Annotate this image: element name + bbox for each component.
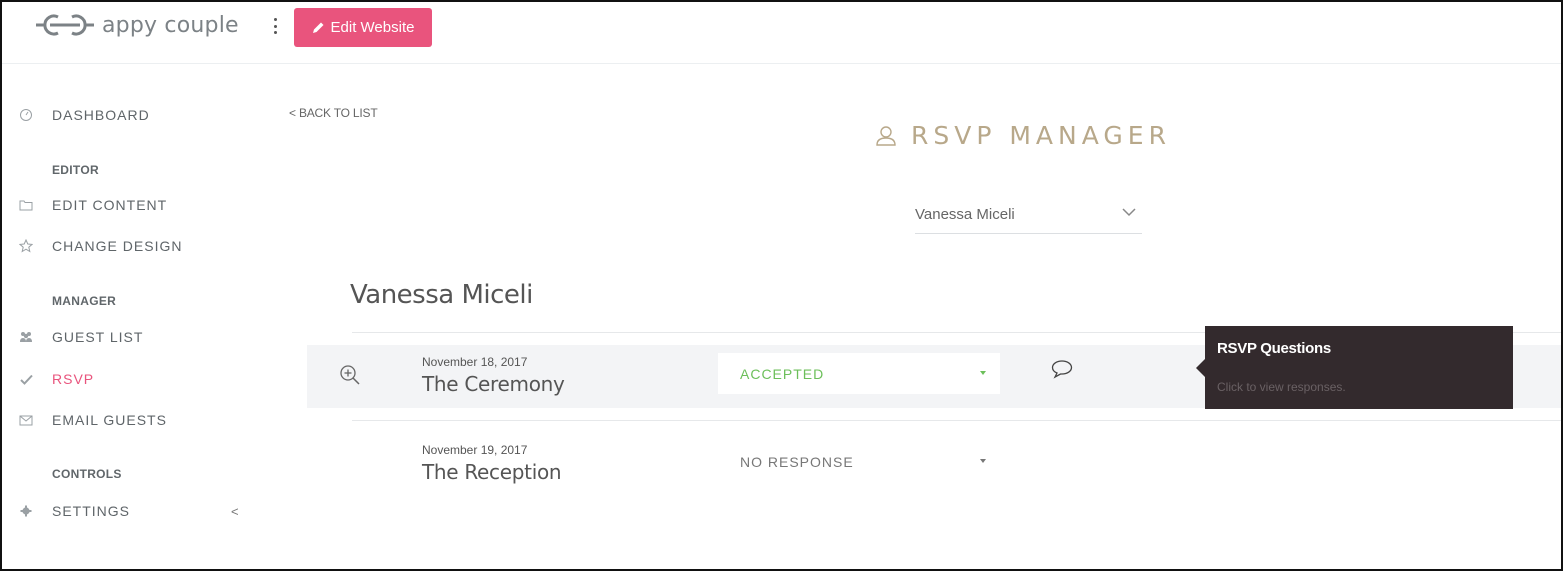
page-title: RSVP MANAGER — [875, 121, 1171, 150]
sidebar-item-label: DASHBOARD — [52, 107, 150, 123]
sidebar-item-label: SETTINGS — [52, 503, 131, 519]
rsvp-questions-tooltip: RSVP Questions Click to view responses. — [1196, 326, 1513, 409]
sidebar: DASHBOARD EDITOR EDIT CONTENT CHANGE DES… — [2, 64, 252, 569]
pencil-icon — [312, 22, 324, 33]
logo-text: appy couple — [102, 12, 239, 38]
caret-down-icon — [980, 371, 986, 375]
guest-select[interactable]: Vanessa Miceli — [915, 200, 1142, 234]
sidebar-item-settings[interactable]: SETTINGS < — [2, 496, 252, 526]
more-menu-icon[interactable] — [270, 16, 280, 36]
tooltip-body: Click to view responses. — [1217, 380, 1346, 394]
event-date: November 19, 2017 — [422, 443, 528, 457]
section-label-controls: CONTROLS — [52, 467, 122, 481]
rsvp-status-value: ACCEPTED — [740, 366, 825, 382]
gear-icon — [18, 503, 34, 519]
back-to-list-link[interactable]: < BACK TO LIST — [289, 106, 378, 120]
logo[interactable]: appy couple — [36, 10, 239, 40]
sidebar-item-rsvp[interactable]: RSVP — [2, 364, 252, 394]
sidebar-item-email-guests[interactable]: EMAIL GUESTS — [2, 405, 252, 435]
tooltip-title: RSVP Questions — [1217, 340, 1331, 357]
sidebar-item-label: CHANGE DESIGN — [52, 238, 183, 254]
sidebar-item-guest-list[interactable]: GUEST LIST — [2, 322, 252, 352]
sidebar-item-edit-content[interactable]: EDIT CONTENT — [2, 190, 252, 220]
rsvp-status-select[interactable]: ACCEPTED — [718, 353, 1000, 394]
edit-website-button[interactable]: Edit Website — [294, 8, 432, 47]
dashboard-icon — [18, 107, 34, 123]
section-label-editor: EDITOR — [52, 163, 99, 177]
collapse-chevron-icon[interactable]: < — [231, 504, 239, 519]
comment-icon[interactable] — [1050, 359, 1074, 379]
rsvp-status-value: NO RESPONSE — [740, 454, 854, 470]
section-label-manager: MANAGER — [52, 294, 117, 308]
check-icon — [18, 371, 34, 387]
sidebar-item-dashboard[interactable]: DASHBOARD — [2, 100, 252, 130]
rsvp-status-select[interactable]: NO RESPONSE — [718, 441, 1000, 482]
sidebar-item-label: EDIT CONTENT — [52, 197, 168, 213]
caret-down-icon — [980, 459, 986, 463]
event-name: The Ceremony — [422, 372, 565, 396]
event-name: The Reception — [422, 460, 562, 484]
chevron-down-icon — [1122, 208, 1136, 217]
edit-website-label: Edit Website — [330, 19, 415, 36]
logo-mark-icon — [36, 14, 94, 36]
star-icon — [18, 238, 34, 254]
zoom-in-icon[interactable] — [339, 364, 361, 386]
sidebar-item-label: EMAIL GUESTS — [52, 412, 167, 428]
users-icon — [18, 329, 34, 345]
user-icon — [876, 125, 896, 146]
guest-name-heading: Vanessa Miceli — [350, 280, 533, 310]
folder-icon — [18, 197, 34, 213]
guest-select-value: Vanessa Miceli — [915, 206, 1015, 223]
sidebar-item-label: RSVP — [52, 371, 95, 387]
page-title-text: RSVP MANAGER — [911, 121, 1171, 150]
top-header: appy couple Edit Website — [2, 2, 1561, 64]
event-date: November 18, 2017 — [422, 355, 528, 369]
sidebar-item-label: GUEST LIST — [52, 329, 144, 345]
sidebar-item-change-design[interactable]: CHANGE DESIGN — [2, 231, 252, 261]
divider — [352, 420, 1561, 421]
envelope-icon — [18, 412, 34, 428]
